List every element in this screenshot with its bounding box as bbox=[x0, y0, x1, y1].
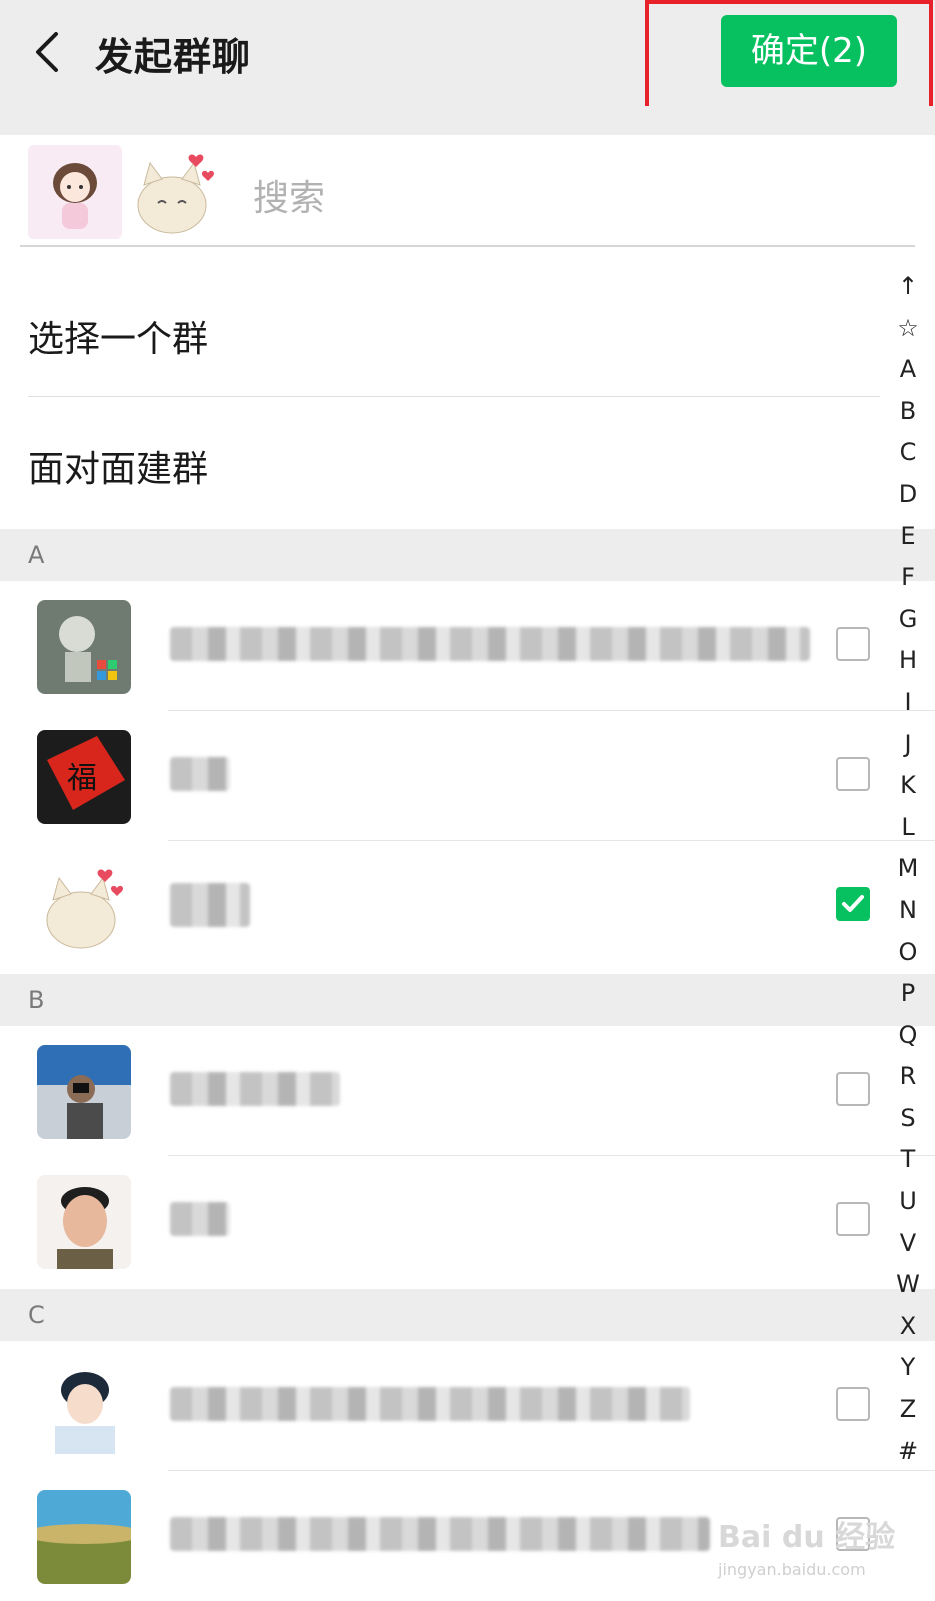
girl-cartoon-icon bbox=[28, 145, 122, 239]
index-letter[interactable]: B bbox=[888, 391, 928, 433]
photographer-avatar bbox=[37, 1045, 131, 1139]
index-letter[interactable]: ☆ bbox=[888, 308, 928, 350]
index-letter[interactable]: F bbox=[888, 557, 928, 599]
contact-row[interactable] bbox=[0, 1156, 935, 1286]
index-letter[interactable]: Y bbox=[888, 1347, 928, 1389]
contact-checkbox[interactable] bbox=[836, 627, 870, 661]
section-letter: C bbox=[28, 1301, 45, 1329]
contact-row[interactable]: 福 bbox=[0, 711, 935, 841]
index-letter[interactable]: H bbox=[888, 640, 928, 682]
index-letter[interactable]: ↑ bbox=[888, 266, 928, 308]
menu-divider bbox=[28, 396, 880, 397]
index-letter[interactable]: L bbox=[888, 807, 928, 849]
contact-checkbox[interactable] bbox=[836, 1072, 870, 1106]
section-letter: A bbox=[28, 541, 45, 569]
section-header-b: B bbox=[0, 974, 935, 1026]
index-letter[interactable]: M bbox=[888, 848, 928, 890]
index-letter[interactable]: G bbox=[888, 599, 928, 641]
contact-name-blurred bbox=[170, 883, 250, 927]
cartoon-boy-avatar bbox=[37, 600, 131, 694]
contact-name-blurred bbox=[170, 1387, 690, 1421]
index-letter[interactable]: N bbox=[888, 890, 928, 932]
index-letter[interactable]: X bbox=[888, 1306, 928, 1348]
contact-name-blurred bbox=[170, 1072, 340, 1106]
index-letter[interactable]: K bbox=[888, 765, 928, 807]
baidu-watermark-url: jingyan.baidu.com bbox=[718, 1560, 866, 1579]
index-letter[interactable]: # bbox=[888, 1431, 928, 1473]
alphabet-index-bar[interactable]: ↑ ☆ A B C D E F G H I J K L M N O P Q R S T U V W X Y Z # bbox=[888, 266, 928, 1472]
cat-hearts-icon bbox=[128, 145, 222, 239]
index-letter[interactable]: O bbox=[888, 932, 928, 974]
header-gap bbox=[0, 106, 935, 135]
cat-hearts-avatar bbox=[37, 860, 131, 954]
landscape-avatar bbox=[37, 1490, 131, 1584]
contact-name-blurred bbox=[170, 1517, 710, 1551]
contact-checkbox[interactable] bbox=[836, 1387, 870, 1421]
index-letter[interactable]: A bbox=[888, 349, 928, 391]
contact-name-blurred bbox=[170, 1202, 230, 1236]
index-letter[interactable]: J bbox=[888, 724, 928, 766]
section-header-a: A bbox=[0, 529, 935, 581]
contact-row[interactable] bbox=[0, 1341, 935, 1471]
fu-character-avatar: 福 bbox=[37, 730, 131, 824]
contact-checkbox-checked[interactable] bbox=[836, 887, 870, 921]
selected-avatar-girl[interactable] bbox=[28, 145, 122, 239]
anime-boy-avatar bbox=[37, 1360, 131, 1454]
section-letter: B bbox=[28, 986, 45, 1014]
index-letter[interactable]: Z bbox=[888, 1389, 928, 1431]
index-letter[interactable]: T bbox=[888, 1139, 928, 1181]
index-letter[interactable]: U bbox=[888, 1181, 928, 1223]
contact-row[interactable] bbox=[0, 1026, 935, 1156]
back-arrow-icon[interactable] bbox=[30, 30, 70, 74]
index-letter[interactable]: C bbox=[888, 432, 928, 474]
search-input[interactable]: 搜索 bbox=[253, 169, 325, 221]
page-title: 发起群聊 bbox=[95, 35, 252, 79]
section-header-c: C bbox=[0, 1289, 935, 1341]
selfie-man-avatar bbox=[37, 1175, 131, 1269]
index-letter[interactable]: V bbox=[888, 1223, 928, 1265]
index-letter[interactable]: E bbox=[888, 516, 928, 558]
index-letter[interactable]: R bbox=[888, 1056, 928, 1098]
contact-row[interactable] bbox=[0, 581, 935, 711]
index-letter[interactable]: S bbox=[888, 1098, 928, 1140]
index-letter[interactable]: Q bbox=[888, 1015, 928, 1057]
checkmark-icon bbox=[842, 895, 864, 912]
contact-row[interactable] bbox=[0, 841, 935, 971]
index-letter[interactable]: D bbox=[888, 474, 928, 516]
index-letter[interactable]: W bbox=[888, 1264, 928, 1306]
baidu-watermark: Bai du 经验 bbox=[718, 1520, 896, 1555]
selected-avatar-cat[interactable] bbox=[128, 145, 222, 239]
index-letter[interactable]: I bbox=[888, 682, 928, 724]
contact-name-blurred bbox=[170, 757, 230, 791]
contact-checkbox[interactable] bbox=[836, 757, 870, 791]
search-underline bbox=[20, 245, 915, 247]
search-row[interactable]: 搜索 bbox=[0, 135, 935, 247]
select-group-item[interactable]: 选择一个群 bbox=[28, 310, 208, 362]
svg-text:福: 福 bbox=[67, 761, 97, 796]
index-letter[interactable]: P bbox=[888, 973, 928, 1015]
face-to-face-group-item[interactable]: 面对面建群 bbox=[28, 440, 208, 492]
contact-checkbox[interactable] bbox=[836, 1202, 870, 1236]
contact-name-blurred bbox=[170, 627, 810, 661]
